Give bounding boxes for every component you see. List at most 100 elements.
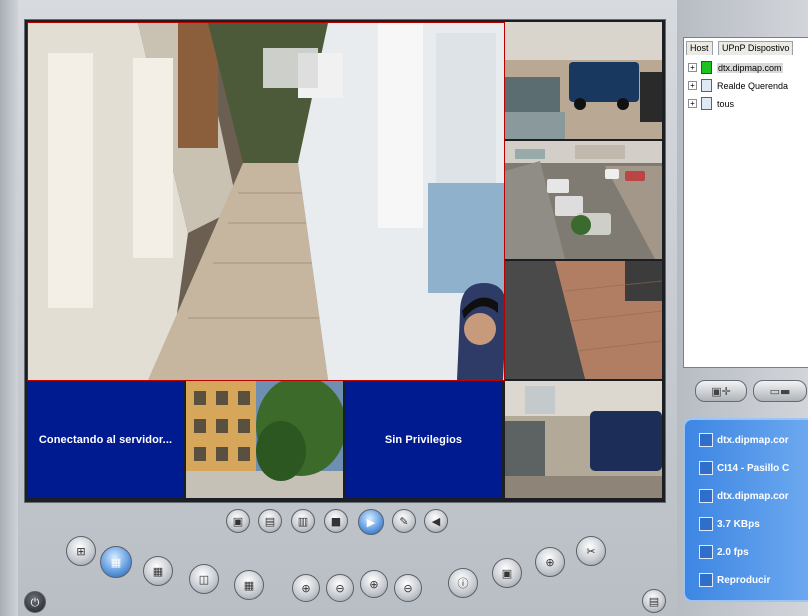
ptz-icon: ▣✛ [711, 384, 731, 398]
stop-icon: ■ [330, 514, 342, 528]
parking-scene-2 [505, 381, 662, 498]
stop-button[interactable]: ■ [324, 509, 348, 533]
camera-view-main-corridor[interactable] [27, 22, 505, 381]
server-icon [699, 433, 713, 447]
pen-icon: ✎ [399, 514, 409, 528]
camera-settings-icon: ▣ [501, 566, 513, 580]
online-host-icon [701, 61, 712, 74]
zoom-window-out-button[interactable]: ⊖ [326, 574, 354, 602]
tools-button[interactable]: ✂ [576, 536, 606, 566]
tree-tabs: Host UPnP Dispostivo [684, 41, 808, 55]
tree-item-label: dtx.dipmap.com [717, 62, 783, 73]
save-button[interactable]: ▥ [291, 509, 315, 533]
tab-upnp-device[interactable]: UPnP Dispostivo [718, 41, 794, 55]
info-fps-value: 2.0 fps [717, 546, 749, 558]
camera-view-no-privileges[interactable]: Sin Privilegios [345, 381, 502, 498]
no-privileges-text: Sin Privilegios [384, 433, 463, 446]
camera-snapshot-icon: ▣ [232, 514, 244, 528]
device-tree-panel: Host UPnP Dispostivo + dtx.dipmap.com + … [683, 37, 808, 368]
floppy-disk-icon: ▥ [297, 514, 309, 528]
info-camera-value: CI14 - Pasillo C [717, 462, 790, 474]
zoom-in-button[interactable]: ⊕ [360, 570, 388, 598]
info-server-row: dtx.dipmap.cor [699, 430, 789, 450]
tree-item-host-1[interactable]: + dtx.dipmap.com [688, 61, 783, 74]
add-device-icon: ⊕ [545, 555, 555, 569]
record-snapshot-button[interactable]: ▤ [258, 509, 282, 533]
tree-item-label: tous [717, 98, 735, 109]
layout-16-button[interactable]: ▦ [234, 570, 264, 600]
fps-icon [699, 545, 713, 559]
host-ip-icon [699, 489, 713, 503]
info-host-value: dtx.dipmap.cor [717, 490, 789, 502]
pen-button[interactable]: ✎ [392, 509, 416, 533]
photo-album-icon: ▤ [264, 514, 276, 528]
zoom-out-icon: ⊖ [403, 581, 413, 595]
bitrate-icon [699, 517, 713, 531]
grid-7-icon: ▦ [110, 555, 122, 569]
tools-icon: ✂ [586, 544, 596, 558]
camera-icon: ▭▬ [769, 384, 791, 398]
corridor-scene [28, 23, 504, 380]
camera-view-parking-1[interactable] [505, 22, 662, 139]
camera-view-parking-2[interactable] [505, 381, 662, 498]
lock-icon: ▤ [648, 594, 660, 608]
window-plus-icon: ⊕ [301, 581, 311, 595]
video-grid: Conectando al servidor... Sin Privilegio… [24, 19, 666, 503]
add-device-button[interactable]: ⊕ [535, 547, 565, 577]
tree-item-host-3[interactable]: + tous [688, 97, 734, 110]
expand-icon[interactable]: + [688, 99, 697, 108]
window-minus-icon: ⊖ [335, 581, 345, 595]
layout-sequence-button[interactable]: ◫ [189, 564, 219, 594]
layout-7-button[interactable]: ▦ [100, 546, 132, 578]
zoom-out-button[interactable]: ⊖ [394, 574, 422, 602]
info-button[interactable]: ⓘ [448, 568, 478, 598]
camera-config-button[interactable]: ▣ [492, 558, 522, 588]
camera-settings-button[interactable]: ▭▬ [753, 380, 807, 402]
status-info-panel: dtx.dipmap.cor CI14 - Pasillo C dtx.dipm… [683, 418, 808, 602]
zoom-in-icon: ⊕ [369, 577, 379, 591]
control-toolbar: ▣ ▤ ▥ ■ ▶ ✎ ◀ ⊞ ▦ ▦ ◫ ▦ ⊕ ⊖ ⊕ ⊖ ⓘ ▣ ⊕ ✂ … [14, 505, 678, 616]
play-button[interactable]: ▶ [358, 509, 384, 535]
camera-view-building[interactable] [186, 381, 343, 498]
info-bitrate-value: 3.7 KBps [717, 518, 760, 530]
host-icon [701, 79, 712, 92]
info-status-row: Reproducir [699, 570, 770, 590]
info-icon: ⓘ [457, 576, 469, 590]
zoom-window-in-button[interactable]: ⊕ [292, 574, 320, 602]
snapshot-button[interactable]: ▣ [226, 509, 250, 533]
tree-item-host-2[interactable]: + Realde Querenda [688, 79, 788, 92]
building-scene [186, 381, 343, 498]
speaker-icon: ◀ [431, 514, 441, 528]
power-button[interactable]: ⏻ [24, 591, 46, 613]
parking-scene-1 [505, 22, 662, 139]
expand-icon[interactable]: + [688, 81, 697, 90]
connecting-status-text: Conectando al servidor... [38, 433, 173, 446]
grid-9-icon: ▦ [152, 564, 164, 578]
ptz-control-button[interactable]: ▣✛ [695, 380, 747, 402]
tree-item-label: Realde Querenda [717, 80, 789, 91]
audio-button[interactable]: ◀ [424, 509, 448, 533]
grid-16-icon: ▦ [243, 578, 255, 592]
info-status-value: Reproducir [717, 574, 771, 586]
camera-view-street[interactable] [505, 141, 662, 259]
layout-9-button[interactable]: ▦ [143, 556, 173, 586]
tab-host[interactable]: Host [686, 41, 713, 55]
camera-icon [699, 461, 713, 475]
street-scene [505, 141, 662, 259]
sequence-icon: ◫ [198, 572, 210, 586]
info-camera-row: CI14 - Pasillo C [699, 458, 789, 478]
lock-button[interactable]: ▤ [642, 589, 666, 613]
camera-view-sidewalk[interactable] [505, 261, 662, 379]
camera-view-connecting[interactable]: Conectando al servidor... [27, 381, 184, 498]
info-server-value: dtx.dipmap.cor [717, 434, 789, 446]
host-icon [701, 97, 712, 110]
play-icon: ▶ [366, 515, 376, 529]
layout-4-button[interactable]: ⊞ [66, 536, 96, 566]
info-fps-row: 2.0 fps [699, 542, 749, 562]
info-host-row: dtx.dipmap.cor [699, 486, 789, 506]
power-icon: ⏻ [30, 595, 40, 609]
sidewalk-scene [505, 261, 662, 379]
playback-status-icon [699, 573, 713, 587]
info-bitrate-row: 3.7 KBps [699, 514, 760, 534]
expand-icon[interactable]: + [688, 63, 697, 72]
